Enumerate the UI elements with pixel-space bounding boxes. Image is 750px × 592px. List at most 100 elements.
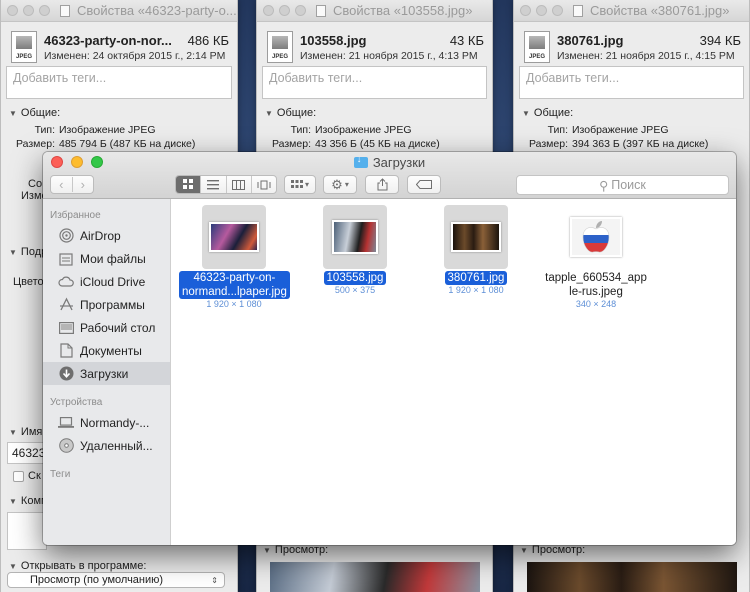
file-thumbnail-frame[interactable] [202, 205, 266, 269]
sidebar-item-label: Документы [80, 343, 142, 358]
jpeg-file-icon: JPEG [11, 31, 37, 63]
general-section-header[interactable]: ▼ Общие: [257, 99, 492, 119]
share-icon [377, 178, 387, 191]
nav-button-group: ‹ › [50, 175, 94, 194]
file-name: 380761.jpg [444, 271, 508, 285]
disclosure-triangle-icon[interactable]: ▼ [265, 109, 273, 118]
name-section-header[interactable]: ▼ Имя [1, 418, 42, 438]
tags-input[interactable]: Добавить теги... [6, 66, 232, 99]
file-thumbnail-frame[interactable] [323, 205, 387, 269]
window-title: Свойства «380761.jpg» [590, 3, 730, 18]
file-thumbnail [451, 222, 501, 252]
window-title: Свойства «103558.jpg» [333, 3, 473, 18]
disclosure-triangle-icon[interactable]: ▼ [9, 248, 17, 257]
type-value: Изображение JPEG [59, 124, 156, 136]
maximize-button[interactable] [552, 5, 563, 16]
comments-section-header[interactable]: ▼ Комм [1, 487, 49, 507]
info-window-titlebar[interactable]: Свойства «46323-party-o... [1, 0, 237, 22]
general-label: Общие: [20, 107, 61, 119]
info-window-titlebar[interactable]: Свойства «103558.jpg» [257, 0, 492, 22]
sidebar-item-documents[interactable]: Документы [43, 339, 170, 362]
sidebar-item-label: AirDrop [80, 228, 121, 243]
action-button[interactable]: ⚙ ▾ [323, 175, 357, 194]
file-item[interactable]: 380761.jpg 1 920 × 1 080 [421, 205, 531, 296]
view-mode-group [175, 175, 277, 194]
info-window-titlebar[interactable]: Свойства «380761.jpg» [514, 0, 749, 22]
disclosure-triangle-icon[interactable]: ▼ [522, 109, 530, 118]
minimize-button[interactable] [279, 5, 290, 16]
disclosure-triangle-icon[interactable]: ▼ [263, 546, 271, 555]
preview-section-header[interactable]: ▼ Просмотр: [520, 544, 585, 556]
sidebar-item-remote-disc[interactable]: Удаленный... [43, 434, 170, 457]
sidebar-item-normandy[interactable]: Normandy-... [43, 411, 170, 434]
search-icon: ⚲ [599, 178, 609, 193]
list-view-button[interactable] [200, 176, 225, 193]
file-item[interactable]: tapple_660534_app le-rus.jpeg 340 × 248 [535, 205, 657, 310]
apple-logo-icon [582, 221, 610, 253]
back-button[interactable]: ‹ [51, 177, 72, 192]
preview-section-header[interactable]: ▼ Просмотр: [263, 544, 328, 556]
created-key-partial: Co [28, 178, 43, 190]
forward-button[interactable]: › [71, 177, 94, 192]
sidebar-item-label: Мои файлы [80, 251, 146, 266]
disclosure-triangle-icon[interactable]: ▼ [9, 562, 17, 571]
file-item[interactable]: 46323-party-on-normand...lpaper.jpg 1 92… [179, 205, 290, 310]
document-icon [573, 4, 583, 17]
file-area[interactable]: 46323-party-on-normand...lpaper.jpg 1 92… [172, 199, 736, 545]
name-field[interactable]: 46323 [7, 442, 47, 464]
file-name: 380761.jpg [557, 32, 624, 48]
file-thumbnail-frame[interactable] [444, 205, 508, 269]
file-name: 103558.jpg [323, 271, 387, 285]
grid-icon [182, 179, 193, 189]
general-label: Общие: [533, 107, 574, 119]
sidebar-item-applications[interactable]: Программы [43, 293, 170, 316]
disclosure-triangle-icon[interactable]: ▼ [520, 546, 528, 555]
sidebar-item-all-my-files[interactable]: Мои файлы [43, 247, 170, 270]
size-key: Размер: [528, 138, 568, 150]
coverflow-view-button[interactable] [250, 176, 276, 193]
sidebar-item-desktop[interactable]: Рабочий стол [43, 316, 170, 339]
disclosure-triangle-icon[interactable]: ▼ [9, 109, 17, 118]
sidebar-item-downloads[interactable]: Загрузки [43, 362, 170, 385]
general-section-header[interactable]: ▼ Общие: [514, 99, 749, 119]
chevron-down-icon: ▾ [304, 180, 309, 189]
hide-extension-label: Ск [28, 470, 41, 482]
close-button[interactable] [7, 5, 18, 16]
all-files-icon [58, 251, 74, 267]
open-with-section-header[interactable]: ▼ Открывать в программе: [1, 552, 146, 572]
file-dimensions: 1 920 × 1 080 [206, 299, 262, 309]
preview-image [527, 562, 737, 592]
tag-button[interactable] [407, 175, 441, 194]
comments-field[interactable] [7, 512, 47, 550]
more-info-section-header[interactable]: ▼ Подр [1, 238, 47, 258]
minimize-button[interactable] [23, 5, 34, 16]
close-button[interactable] [520, 5, 531, 16]
disclosure-triangle-icon[interactable]: ▼ [9, 497, 17, 506]
general-section-header[interactable]: ▼ Общие: [1, 99, 237, 119]
sidebar-item-airdrop[interactable]: AirDrop [43, 224, 170, 247]
file-item[interactable]: 103558.jpg 500 × 375 [300, 205, 410, 296]
type-key: Тип: [290, 124, 311, 136]
devices-header: Устройства [50, 397, 103, 408]
disclosure-triangle-icon[interactable]: ▼ [9, 428, 17, 437]
maximize-button[interactable] [39, 5, 50, 16]
search-input[interactable]: ⚲ Поиск [516, 175, 729, 195]
tags-input[interactable]: Добавить теги... [519, 66, 744, 99]
tags-input[interactable]: Добавить теги... [262, 66, 487, 99]
minimize-button[interactable] [536, 5, 547, 16]
columns-icon [232, 179, 246, 190]
sidebar-item-label: iCloud Drive [80, 274, 146, 289]
close-button[interactable] [263, 5, 274, 16]
file-thumbnail-frame[interactable] [564, 205, 628, 269]
preview-image [270, 562, 480, 592]
maximize-button[interactable] [295, 5, 306, 16]
hide-extension-checkbox[interactable] [13, 470, 24, 482]
column-view-button[interactable] [225, 176, 251, 193]
sidebar-item-icloud-drive[interactable]: iCloud Drive [43, 270, 170, 293]
coverflow-icon [257, 180, 271, 189]
share-button[interactable] [365, 175, 399, 194]
finder-window[interactable]: Загрузки ‹ › ▾ ⚙ ▾ [43, 152, 736, 545]
icon-view-button[interactable] [176, 176, 201, 193]
open-with-select[interactable]: Просмотр (по умолчанию) ⇕ [7, 572, 225, 588]
arrange-button[interactable]: ▾ [284, 175, 316, 194]
